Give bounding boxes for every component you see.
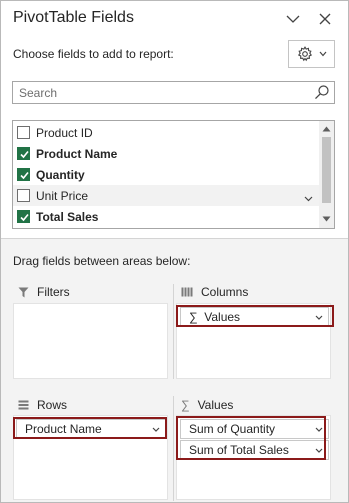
field-label: Quantity <box>36 167 85 182</box>
areas-section: Drag fields between areas below: Filters… <box>1 238 348 502</box>
rows-area-label: Rows <box>37 398 68 412</box>
filter-icon <box>18 287 29 297</box>
chevron-down-icon <box>286 15 300 23</box>
close-icon <box>319 13 331 25</box>
values-area-label: Values <box>197 398 234 412</box>
checkmark-icon <box>20 150 29 159</box>
sigma-icon: ∑ <box>189 310 198 324</box>
field-checkbox[interactable] <box>17 147 30 160</box>
columns-area-box[interactable]: ∑ Values <box>176 303 331 379</box>
field-label: Total Sales <box>36 209 99 224</box>
field-item-quantity[interactable]: Quantity <box>13 164 319 185</box>
rows-area-box[interactable]: Product Name <box>13 415 168 500</box>
area-divider <box>173 284 174 379</box>
sigma-icon: ∑ <box>181 398 190 412</box>
field-pill-label: Product Name <box>25 422 102 436</box>
search-box <box>12 81 335 104</box>
chevron-down-icon[interactable] <box>315 315 323 320</box>
values-field-sum-of-quantity[interactable]: Sum of Quantity <box>180 419 329 439</box>
field-checkbox[interactable] <box>17 210 30 223</box>
scrollbar-thumb[interactable] <box>322 137 331 203</box>
field-label: Product ID <box>36 125 93 140</box>
field-pill-label: Sum of Quantity <box>189 422 276 436</box>
field-list-scrollbar[interactable] <box>319 121 334 228</box>
filters-area-header: Filters <box>18 285 70 299</box>
checkmark-icon <box>20 171 29 180</box>
columns-field-values[interactable]: ∑ Values <box>180 307 329 327</box>
gear-icon <box>297 46 312 62</box>
field-pill-label: Sum of Total Sales <box>189 443 289 457</box>
field-checkbox[interactable] <box>17 168 30 181</box>
drag-fields-label: Drag fields between areas below: <box>13 254 191 268</box>
values-field-sum-of-total-sales[interactable]: Sum of Total Sales <box>180 440 329 460</box>
columns-icon <box>181 287 193 297</box>
field-list-section: PivotTable Fields Choose fields to add t… <box>1 1 348 238</box>
area-divider <box>173 396 174 501</box>
field-pill-label: ∑ Values <box>189 310 241 324</box>
task-pane-options-button[interactable] <box>282 7 304 31</box>
field-label: Product Name <box>36 146 118 161</box>
search-input[interactable] <box>13 82 303 103</box>
scroll-up-arrow-icon[interactable] <box>322 126 331 132</box>
chevron-down-icon[interactable] <box>315 448 323 453</box>
chevron-down-icon <box>319 51 326 57</box>
scroll-down-arrow-icon[interactable] <box>322 216 331 222</box>
filters-area-label: Filters <box>37 285 70 299</box>
rows-area-header: Rows <box>18 398 67 412</box>
chevron-down-icon[interactable] <box>315 427 323 432</box>
field-label: Unit Price <box>36 188 89 203</box>
field-list: Product ID Product Name Quantity Unit Pr… <box>12 120 335 229</box>
search-icon[interactable] <box>314 84 330 103</box>
columns-area-label: Columns <box>201 285 249 299</box>
values-area-header: ∑ Values <box>181 398 233 412</box>
tools-button[interactable] <box>288 40 335 68</box>
field-checkbox[interactable] <box>17 189 30 202</box>
close-button[interactable] <box>314 7 336 31</box>
filters-area-box[interactable] <box>13 303 168 379</box>
rows-field-product-name[interactable]: Product Name <box>16 419 166 439</box>
columns-area-header: Columns <box>181 285 248 299</box>
field-item-product-id[interactable]: Product ID <box>13 122 319 143</box>
field-item-unit-price[interactable]: Unit Price <box>13 185 319 206</box>
pane-title: PivotTable Fields <box>13 9 134 26</box>
field-checkbox[interactable] <box>17 126 30 139</box>
pivottable-fields-pane: PivotTable Fields Choose fields to add t… <box>0 0 349 503</box>
field-item-product-name[interactable]: Product Name <box>13 143 319 164</box>
chevron-down-icon[interactable] <box>304 191 313 205</box>
chevron-down-icon[interactable] <box>152 427 160 432</box>
field-item-total-sales[interactable]: Total Sales <box>13 206 319 227</box>
choose-fields-label: Choose fields to add to report: <box>13 47 174 61</box>
checkmark-icon <box>20 213 29 222</box>
values-area-box[interactable]: Sum of Quantity Sum of Total Sales <box>176 415 331 500</box>
rows-icon <box>18 400 29 410</box>
